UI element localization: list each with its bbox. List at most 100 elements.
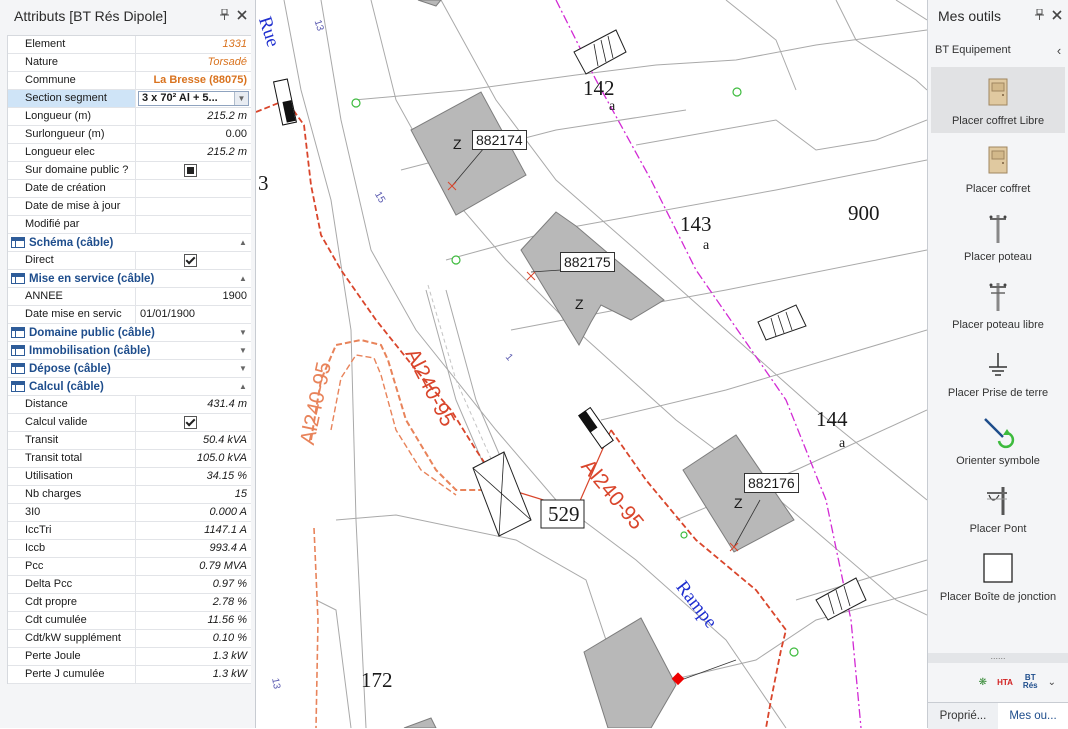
property-row[interactable]: Longueur (m) 215.2 m bbox=[8, 108, 251, 126]
checkbox[interactable] bbox=[184, 163, 197, 177]
tool-placer-boite-de-jonction[interactable]: Placer Boîte de jonction bbox=[931, 543, 1065, 609]
property-row[interactable]: Cdt propre 2.78 % bbox=[8, 594, 251, 612]
property-row[interactable]: Cdt cumulée 11.56 % bbox=[8, 612, 251, 630]
property-row[interactable]: Perte J cumulée 1.3 kW bbox=[8, 666, 251, 684]
chevron-down-icon[interactable]: ▼ bbox=[234, 92, 248, 105]
tool-placer-poteau[interactable]: Placer poteau bbox=[931, 203, 1065, 269]
property-section-header[interactable]: Calcul (câble) ▲ bbox=[8, 378, 251, 396]
property-value[interactable]: 431.4 m bbox=[136, 396, 251, 413]
map-canvas[interactable]: Rue Rampe Al240-95 Al240-95 Al240-95 142… bbox=[256, 0, 927, 728]
expand-icon[interactable]: ▼ bbox=[235, 364, 251, 373]
property-value[interactable]: 1.3 kW bbox=[136, 648, 251, 665]
property-value[interactable]: 34.15 % bbox=[136, 468, 251, 485]
property-row[interactable]: Element 1331 bbox=[8, 36, 251, 54]
property-value[interactable]: Torsadé bbox=[136, 54, 251, 71]
property-row[interactable]: Sur domaine public ? bbox=[8, 162, 251, 180]
property-value[interactable] bbox=[136, 414, 251, 431]
property-row[interactable]: Pcc 0.79 MVA bbox=[8, 558, 251, 576]
property-row[interactable]: Transit 50.4 kVA bbox=[8, 432, 251, 450]
checkbox[interactable] bbox=[184, 253, 197, 267]
property-value[interactable]: 1900 bbox=[136, 288, 251, 305]
property-value[interactable]: 3 x 70² Al + 5... ▼ bbox=[136, 90, 251, 107]
chevron-down-icon[interactable]: ⌄ bbox=[1048, 677, 1056, 688]
property-value[interactable]: 215.2 m bbox=[136, 144, 251, 161]
close-icon[interactable] bbox=[233, 9, 251, 23]
resize-grip[interactable]: ...... bbox=[928, 652, 1068, 663]
property-value[interactable]: 215.2 m bbox=[136, 108, 251, 125]
property-section-header[interactable]: Schéma (câble) ▲ bbox=[8, 234, 251, 252]
property-value[interactable]: La Bresse (88075) bbox=[136, 72, 251, 89]
collapse-icon[interactable]: ▲ bbox=[235, 382, 251, 391]
property-row[interactable]: Longueur elec 215.2 m bbox=[8, 144, 251, 162]
property-value[interactable]: 01/01/1900 bbox=[136, 306, 251, 323]
property-row[interactable]: Calcul valide bbox=[8, 414, 251, 432]
property-value[interactable]: 50.4 kVA bbox=[136, 432, 251, 449]
property-row[interactable]: 3I0 0.000 A bbox=[8, 504, 251, 522]
property-value[interactable]: 2.78 % bbox=[136, 594, 251, 611]
property-row[interactable]: Modifié par bbox=[8, 216, 251, 234]
expand-icon[interactable]: ▼ bbox=[235, 328, 251, 337]
property-row[interactable]: Commune La Bresse (88075) bbox=[8, 72, 251, 90]
property-row[interactable]: Nb charges 15 bbox=[8, 486, 251, 504]
property-value[interactable] bbox=[136, 180, 251, 197]
bt-res-button[interactable]: BT Rés bbox=[1023, 674, 1038, 690]
tool-orienter-symbole[interactable]: Orienter symbole bbox=[931, 407, 1065, 473]
tab-mes-outils[interactable]: Mes ou... bbox=[998, 703, 1068, 729]
property-row[interactable]: Date de création bbox=[8, 180, 251, 198]
property-row[interactable]: Date mise en servic 01/01/1900 bbox=[8, 306, 251, 324]
property-value[interactable]: 1331 bbox=[136, 36, 251, 53]
tool-group-header[interactable]: BT Equipement ‹ bbox=[928, 40, 1068, 60]
map-drawing[interactable] bbox=[256, 0, 927, 728]
tool-placer-poteau-libre[interactable]: Placer poteau libre bbox=[931, 271, 1065, 337]
property-row[interactable]: Transit total 105.0 kVA bbox=[8, 450, 251, 468]
property-value[interactable]: 11.56 % bbox=[136, 612, 251, 629]
pin-icon[interactable] bbox=[1030, 8, 1048, 23]
close-icon[interactable] bbox=[1048, 9, 1066, 23]
collapse-icon[interactable]: ▲ bbox=[235, 274, 251, 283]
section-segment-select[interactable]: 3 x 70² Al + 5... ▼ bbox=[138, 91, 249, 106]
property-value[interactable] bbox=[136, 216, 251, 233]
property-value[interactable]: 1147.1 A bbox=[136, 522, 251, 539]
property-row[interactable]: ANNEE 1900 bbox=[8, 288, 251, 306]
property-row[interactable]: Nature Torsadé bbox=[8, 54, 251, 72]
property-value[interactable]: 15 bbox=[136, 486, 251, 503]
property-value[interactable]: 993.4 A bbox=[136, 540, 251, 557]
checkbox[interactable] bbox=[184, 415, 197, 429]
property-row[interactable]: Delta Pcc 0.97 % bbox=[8, 576, 251, 594]
property-section-header[interactable]: Mise en service (câble) ▲ bbox=[8, 270, 251, 288]
property-value[interactable] bbox=[136, 162, 251, 179]
property-row[interactable]: IccTri 1147.1 A bbox=[8, 522, 251, 540]
property-value[interactable]: 0.00 bbox=[136, 126, 251, 143]
pin-icon[interactable] bbox=[215, 8, 233, 23]
property-value[interactable]: 1.3 kW bbox=[136, 666, 251, 683]
property-value[interactable] bbox=[136, 252, 251, 269]
chevron-left-icon[interactable]: ‹ bbox=[1050, 43, 1068, 58]
property-row[interactable]: Distance 431.4 m bbox=[8, 396, 251, 414]
collapse-icon[interactable]: ▲ bbox=[235, 238, 251, 247]
property-value[interactable]: 0.10 % bbox=[136, 630, 251, 647]
property-section-header[interactable]: Dépose (câble) ▼ bbox=[8, 360, 251, 378]
property-value[interactable]: 105.0 kVA bbox=[136, 450, 251, 467]
expand-icon[interactable]: ▼ bbox=[235, 346, 251, 355]
tab-proprietes[interactable]: Proprié... bbox=[928, 703, 998, 729]
property-row[interactable]: Date de mise à jour bbox=[8, 198, 251, 216]
property-row[interactable]: Utilisation 34.15 % bbox=[8, 468, 251, 486]
property-value[interactable]: 0.79 MVA bbox=[136, 558, 251, 575]
property-row[interactable]: Direct bbox=[8, 252, 251, 270]
property-value[interactable] bbox=[136, 198, 251, 215]
property-section-header[interactable]: Domaine public (câble) ▼ bbox=[8, 324, 251, 342]
network-icon[interactable]: ❋ bbox=[979, 677, 987, 688]
hta-button[interactable]: HTA bbox=[997, 678, 1013, 687]
tool-placer-coffret[interactable]: Placer coffret bbox=[931, 135, 1065, 201]
tool-placer-prise-de-terre[interactable]: Placer Prise de terre bbox=[931, 339, 1065, 405]
property-row[interactable]: Section segment 3 x 70² Al + 5... ▼ bbox=[8, 90, 251, 108]
property-row[interactable]: Perte Joule 1.3 kW bbox=[8, 648, 251, 666]
property-row[interactable]: Iccb 993.4 A bbox=[8, 540, 251, 558]
property-row[interactable]: Surlongueur (m) 0.00 bbox=[8, 126, 251, 144]
tool-placer-pont[interactable]: Placer Pont bbox=[931, 475, 1065, 541]
property-row[interactable]: Cdt/kW supplément 0.10 % bbox=[8, 630, 251, 648]
tool-placer-coffret-libre[interactable]: Placer coffret Libre bbox=[931, 67, 1065, 133]
property-value[interactable]: 0.000 A bbox=[136, 504, 251, 521]
property-value[interactable]: 0.97 % bbox=[136, 576, 251, 593]
property-section-header[interactable]: Immobilisation (câble) ▼ bbox=[8, 342, 251, 360]
